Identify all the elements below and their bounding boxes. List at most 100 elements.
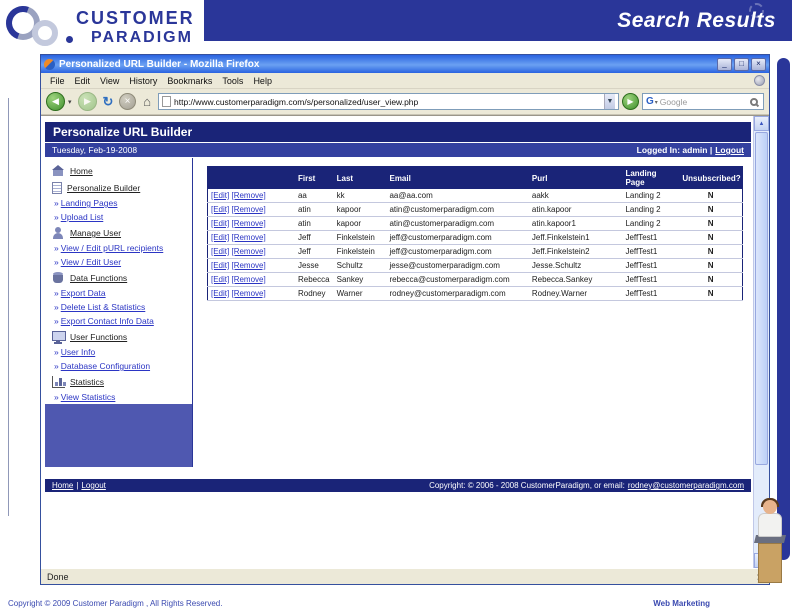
menu-file[interactable]: File <box>45 76 70 86</box>
cell-purl: aakk <box>528 189 623 203</box>
search-placeholder[interactable]: Google <box>660 97 750 107</box>
menu-tools[interactable]: Tools <box>217 76 248 86</box>
sidebar-section-data-functions[interactable]: Data Functions <box>45 269 192 286</box>
scroll-up-button[interactable] <box>754 116 769 131</box>
footer-home-link[interactable]: Home <box>52 481 73 490</box>
edit-link[interactable]: [Edit] <box>211 261 229 270</box>
scrollbar-track[interactable] <box>754 131 769 553</box>
cell-email: atin@customerparadigm.com <box>386 202 529 217</box>
cell-actions: [Edit] [Remove] <box>207 244 295 259</box>
sidebar: Home Personalize Builder» Landing Pages» Up… <box>45 158 193 467</box>
sidebar-link-database-configuration[interactable]: » Database Configuration <box>45 359 192 373</box>
url-dropdown-button[interactable] <box>604 94 615 109</box>
sidebar-link-export-contact-info-data[interactable]: » Export Contact Info Data <box>45 314 192 328</box>
url-text[interactable]: http://www.customerparadigm.com/s/person… <box>174 97 604 107</box>
copyright-text: Copyright: © 2006 - 2008 CustomerParadig… <box>429 481 625 490</box>
purl-table-body: [Edit] [Remove] aa kk aa@aa.com aakk Landing … <box>207 189 743 301</box>
remove-link[interactable]: [Remove] <box>231 261 265 270</box>
slide-title-bar: Search Results <box>204 0 792 41</box>
page-title: Personalize URL Builder <box>53 125 193 139</box>
remove-link[interactable]: [Remove] <box>231 233 265 242</box>
menu-bookmarks[interactable]: Bookmarks <box>162 76 217 86</box>
sidebar-link-landing-pages[interactable]: » Landing Pages <box>45 196 192 210</box>
sidebar-link-upload-list[interactable]: » Upload List <box>45 210 192 224</box>
cell-unsubscribed: N <box>679 286 743 301</box>
cell-email: jesse@customerparadigm.com <box>386 258 529 273</box>
sidebar-link-delete-list-statistics[interactable]: » Delete List & Statistics <box>45 300 192 314</box>
search-icon[interactable] <box>750 97 758 106</box>
scrollbar-thumb[interactable] <box>755 132 768 466</box>
cell-actions: [Edit] [Remove] <box>207 216 295 231</box>
chevron-icon: » <box>54 392 59 402</box>
sidebar-section-manage-user[interactable]: Manage User <box>45 224 192 241</box>
sidebar-link-user-info[interactable]: » User Info <box>45 345 192 359</box>
remove-link[interactable]: [Remove] <box>231 205 265 214</box>
home-button[interactable] <box>139 93 155 110</box>
sidebar-section-statistics[interactable]: Statistics <box>45 373 192 390</box>
maximize-button[interactable]: □ <box>734 57 749 71</box>
url-input[interactable]: http://www.customerparadigm.com/s/person… <box>158 93 619 110</box>
cell-last: Finkelstein <box>333 244 387 259</box>
edit-link[interactable]: [Edit] <box>211 247 229 256</box>
sidebar-link-view-edit-purl-recipients[interactable]: » View / Edit pURL recipients <box>45 241 192 255</box>
close-button[interactable]: × <box>751 57 766 71</box>
menu-help[interactable]: Help <box>248 76 277 86</box>
menu-view[interactable]: View <box>95 76 124 86</box>
page-status-bar: Tuesday, Feb-19-2008 Logged In: admin | … <box>45 143 751 157</box>
remove-link[interactable]: [Remove] <box>231 275 265 284</box>
edit-link[interactable]: [Edit] <box>211 275 229 284</box>
back-button[interactable] <box>46 92 65 111</box>
cell-unsubscribed: N <box>679 216 743 231</box>
minimize-button[interactable]: _ <box>717 57 732 71</box>
stop-button[interactable] <box>119 93 136 110</box>
refresh-button[interactable] <box>100 93 116 110</box>
window-titlebar[interactable]: Personalized URL Builder - Mozilla Firef… <box>41 55 769 73</box>
search-input[interactable]: Google <box>642 93 764 110</box>
edit-link[interactable]: [Edit] <box>211 191 229 200</box>
status-bar: Done <box>41 568 769 584</box>
sidebar-section-label: Statistics <box>70 377 105 387</box>
logout-link[interactable]: Logout <box>715 145 744 155</box>
remove-link[interactable]: [Remove] <box>231 289 265 298</box>
window-title: Personalized URL Builder - Mozilla Firef… <box>59 58 260 70</box>
chevron-icon: » <box>54 288 59 298</box>
sidebar-section-label: User Functions <box>70 332 128 342</box>
footer-logout-link[interactable]: Logout <box>81 481 105 490</box>
cell-unsubscribed: N <box>679 202 743 217</box>
menu-edit[interactable]: Edit <box>70 76 96 86</box>
header-actions <box>207 166 295 189</box>
sidebar-link-view-statistics[interactable]: » View Statistics <box>45 390 192 404</box>
header-unsubscribed: Unsubscribed? <box>679 166 743 189</box>
forward-button[interactable] <box>78 92 97 111</box>
table-row: [Edit] [Remove] Rebecca Sankey rebecca@cust… <box>207 272 743 287</box>
remove-link[interactable]: [Remove] <box>231 219 265 228</box>
logo-line1: CUSTOMER <box>76 8 195 28</box>
go-button[interactable] <box>622 93 639 110</box>
sidebar-section-user-functions[interactable]: User Functions <box>45 328 192 345</box>
remove-link[interactable]: [Remove] <box>231 191 265 200</box>
sidebar-link-view-edit-user[interactable]: » View / Edit User <box>45 255 192 269</box>
clipart-desk <box>758 543 782 583</box>
copyright-email-link[interactable]: rodney@customerparadigm.com <box>628 481 744 490</box>
cell-last: Schultz <box>333 258 387 273</box>
throbber-icon <box>754 75 765 86</box>
user-icon <box>52 227 65 239</box>
logo-dot-icon <box>66 36 73 43</box>
remove-link[interactable]: [Remove] <box>231 247 265 256</box>
menu-history[interactable]: History <box>124 76 162 86</box>
search-engine-dropdown[interactable] <box>655 99 658 106</box>
edit-link[interactable]: [Edit] <box>211 205 229 214</box>
edit-link[interactable]: [Edit] <box>211 233 229 242</box>
edit-link[interactable]: [Edit] <box>211 289 229 298</box>
logo-ring-icon <box>32 20 58 46</box>
cell-first: aa <box>294 189 334 203</box>
sidebar-section-personalize-builder[interactable]: Personalize Builder <box>45 179 192 196</box>
cell-landing-page: JeffTest1 <box>622 244 680 259</box>
cell-first: Jesse <box>294 258 334 273</box>
cell-purl: Rodney.Warner <box>528 286 623 301</box>
sidebar-menu: Home Personalize Builder» Landing Pages» Up… <box>45 162 192 404</box>
sidebar-section-home[interactable]: Home <box>45 162 192 179</box>
back-history-dropdown[interactable] <box>68 98 75 106</box>
edit-link[interactable]: [Edit] <box>211 219 229 228</box>
sidebar-link-export-data[interactable]: » Export Data <box>45 286 192 300</box>
